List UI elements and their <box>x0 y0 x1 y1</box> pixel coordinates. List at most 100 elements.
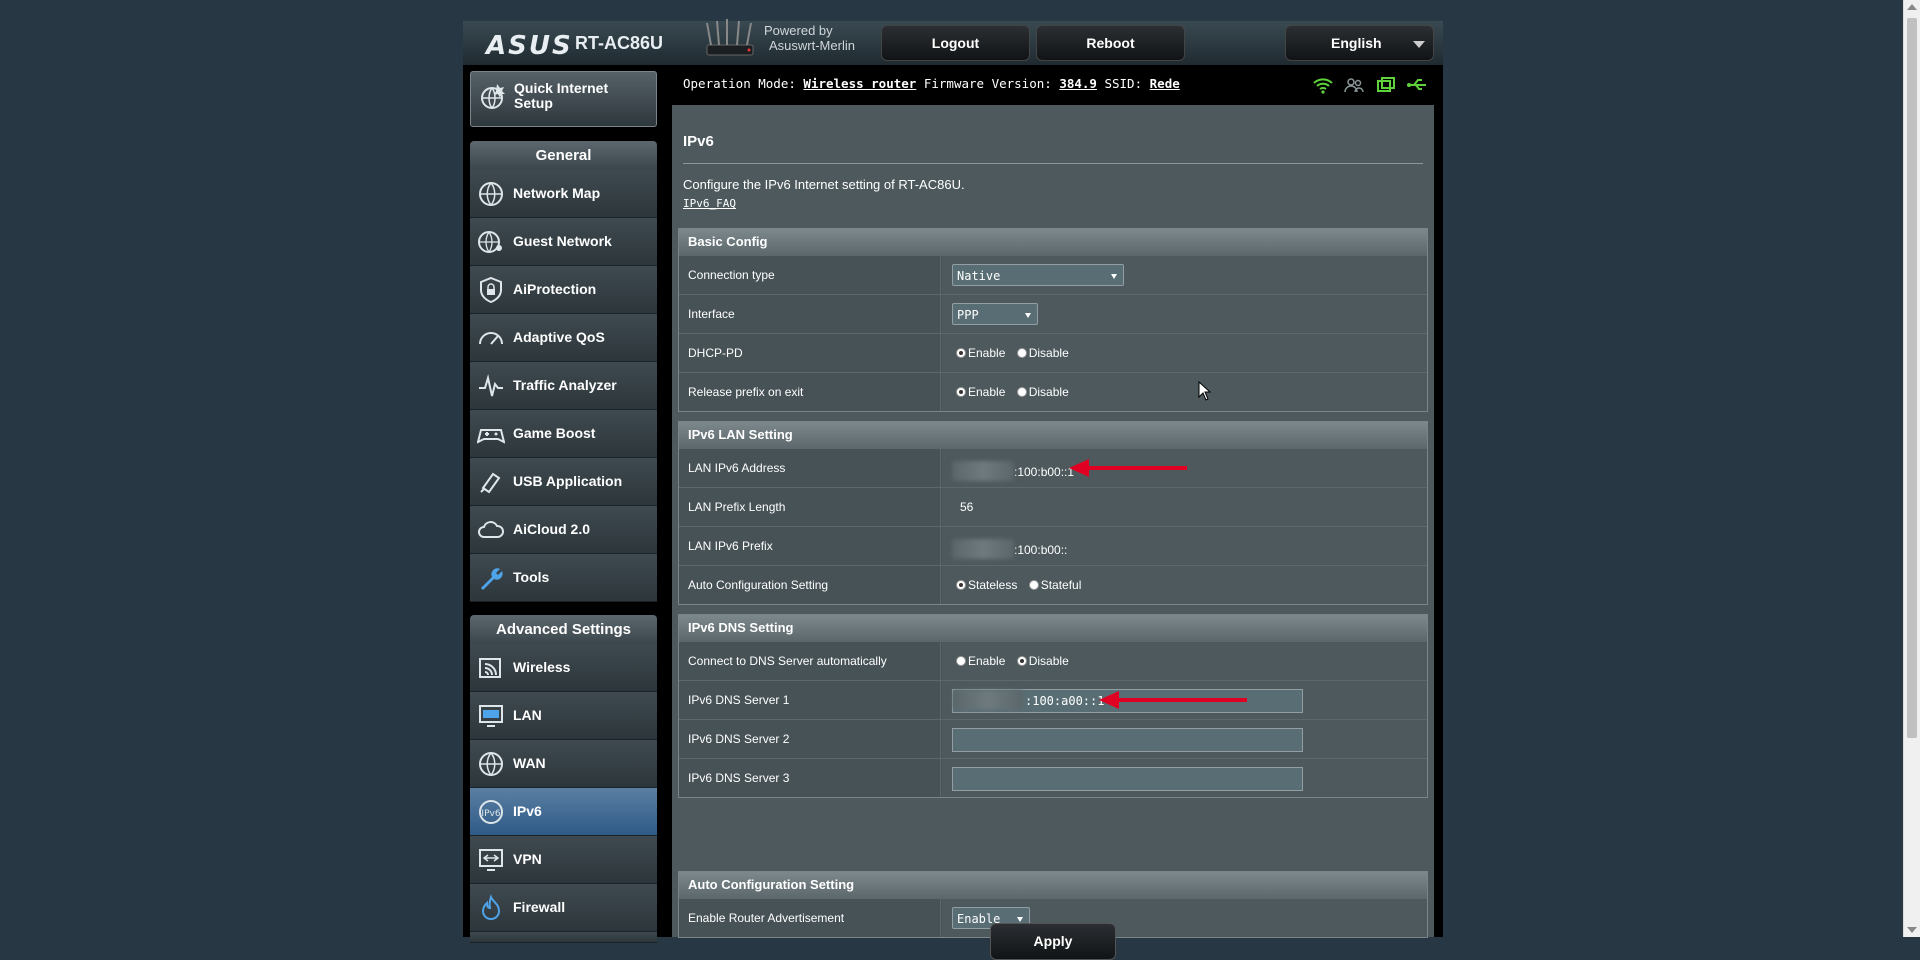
sidebar-item-label: Guest Network <box>513 233 612 249</box>
lan-prefix-length-value: 56 <box>960 500 974 514</box>
dns-server2-cell <box>942 720 1427 758</box>
clients-status-icon[interactable] <box>1343 74 1365 96</box>
router-icon <box>706 19 754 56</box>
mouse-cursor-icon <box>1198 381 1212 401</box>
vpn-monitor-icon <box>479 849 503 871</box>
dns-server2-input[interactable] <box>952 728 1303 752</box>
fire-icon <box>481 894 501 920</box>
sidebar-item-adaptive-qos[interactable]: Adaptive QoS <box>470 314 657 362</box>
enable-label: Enable <box>968 654 1006 668</box>
powered-by-line1: Powered by <box>764 23 833 38</box>
basic-config-table: Basic Config Connection type Native Inte… <box>678 228 1428 412</box>
stateless-label: Stateless <box>968 578 1018 592</box>
lan-setting-header: IPv6 LAN Setting <box>679 422 1427 448</box>
dns-setting-header: IPv6 DNS Setting <box>679 615 1427 641</box>
lan-prefix-value: :100:b00:: <box>1014 543 1068 557</box>
network-status-icon[interactable] <box>1375 74 1397 96</box>
release-prefix-row: Release prefix on exit Enable Disable <box>679 372 1427 411</box>
operation-mode-link[interactable]: Wireless router <box>803 76 916 91</box>
shield-lock-icon <box>480 276 502 304</box>
quick-internet-setup-button[interactable]: Quick Internet Setup <box>470 71 657 127</box>
sidebar-item-game-boost[interactable]: Game Boost <box>470 410 657 458</box>
dhcp-pd-label: DHCP-PD <box>679 334 941 372</box>
main-content: Operation Mode: Wireless router Firmware… <box>672 65 1434 960</box>
sidebar-item-label: VPN <box>513 851 542 867</box>
sidebar-item-label: IPv6 <box>513 803 542 819</box>
dns-auto-cell: Enable Disable <box>942 642 1427 680</box>
apply-button[interactable]: Apply <box>990 923 1116 960</box>
wifi-icon <box>479 658 501 678</box>
sidebar-item-network-map[interactable]: Network Map <box>470 170 657 218</box>
dhcp-pd-cell: Enable Disable <box>942 334 1427 372</box>
stateless-radio[interactable] <box>956 580 966 590</box>
dns-auto-radio-group: Enable Disable <box>956 654 1077 668</box>
sidebar-item-label: Traffic Analyzer <box>513 377 617 393</box>
disable-label: Disable <box>1028 346 1069 360</box>
release-prefix-enable-radio[interactable] <box>956 387 966 397</box>
dns-server3-cell <box>942 759 1427 797</box>
red-annotation-arrow <box>1099 691 1247 709</box>
dns-server1-row: IPv6 DNS Server 1 :100:a00::1 <box>679 680 1427 719</box>
release-prefix-disable-radio[interactable] <box>1016 387 1027 397</box>
dns-server1-value: :100:a00::1 <box>1025 694 1105 708</box>
dhcp-pd-disable-radio[interactable] <box>1016 348 1027 358</box>
chevron-down-icon <box>1111 274 1117 279</box>
powered-by-text: Powered by Asuswrt-Merlin <box>764 23 855 53</box>
dns-server1-label: IPv6 DNS Server 1 <box>679 681 941 719</box>
page-scrollbar[interactable] <box>1903 0 1920 937</box>
sidebar-item-guest-network[interactable]: Guest Network <box>470 218 657 266</box>
quick-setup-line1: Quick Internet <box>514 80 609 96</box>
sidebar-item-label: AiCloud 2.0 <box>513 521 591 537</box>
dns-auto-disable-radio[interactable] <box>1016 656 1027 666</box>
dns-setting-table: IPv6 DNS Setting Connect to DNS Server a… <box>678 614 1428 798</box>
settings-panel: IPv6 Configure the IPv6 Internet setting… <box>672 105 1434 960</box>
reboot-button[interactable]: Reboot <box>1036 25 1185 61</box>
globe-icon <box>479 752 503 776</box>
dns-server3-input[interactable] <box>952 767 1303 791</box>
language-select[interactable]: English <box>1285 25 1434 61</box>
logout-button[interactable]: Logout <box>881 25 1030 61</box>
scroll-down-icon[interactable] <box>1907 927 1917 933</box>
release-prefix-label: Release prefix on exit <box>679 373 941 411</box>
sidebar-item-usb-application[interactable]: USB Application <box>470 458 657 506</box>
interface-value: PPP <box>957 308 979 322</box>
sidebar-item-ipv6[interactable]: IPv6 IPv6 <box>470 788 657 836</box>
powered-by-line2: Asuswrt-Merlin <box>769 38 855 53</box>
stateful-radio[interactable] <box>1028 580 1039 590</box>
firmware-version-link[interactable]: 384.9 <box>1059 76 1097 91</box>
stateful-label: Stateful <box>1040 578 1082 592</box>
sidebar-item-firewall[interactable]: Firewall <box>470 884 657 932</box>
release-prefix-cell: Enable Disable <box>942 373 1427 411</box>
red-annotation-arrow <box>1069 459 1187 477</box>
sidebar-item-traffic-analyzer[interactable]: Traffic Analyzer <box>470 362 657 410</box>
connection-type-select[interactable]: Native <box>952 264 1124 286</box>
sidebar-item-label: Game Boost <box>513 425 596 441</box>
sidebar-item-aiprotection[interactable]: AiProtection <box>470 266 657 314</box>
dns-auto-enable-radio[interactable] <box>956 656 966 666</box>
sidebar-item-next[interactable] <box>470 932 657 943</box>
asus-logo[interactable]: ASUS <box>486 31 573 61</box>
sidebar-item-wireless[interactable]: Wireless <box>470 644 657 692</box>
dns-server2-label: IPv6 DNS Server 2 <box>679 720 941 758</box>
sidebar-item-wan[interactable]: WAN <box>470 740 657 788</box>
sidebar-item-label: USB Application <box>513 473 623 489</box>
scroll-up-icon[interactable] <box>1907 4 1917 10</box>
status-icons <box>1307 74 1428 101</box>
cloud-icon <box>478 521 504 538</box>
firmware-label: Firmware Version: <box>923 76 1052 91</box>
dhcp-pd-enable-radio[interactable] <box>956 348 966 358</box>
sidebar-item-aicloud[interactable]: AiCloud 2.0 <box>470 506 657 554</box>
autoconf-label: Auto Configuration Setting <box>679 566 941 604</box>
connection-type-value: Native <box>957 269 1001 283</box>
quick-setup-line2: Setup <box>514 95 553 111</box>
sidebar-item-vpn[interactable]: VPN <box>470 836 657 884</box>
interface-select[interactable]: PPP <box>952 303 1038 325</box>
scrollbar-thumb[interactable] <box>1907 18 1917 738</box>
wifi-status-icon[interactable] <box>1312 74 1334 96</box>
sidebar-item-tools[interactable]: Tools <box>470 554 657 602</box>
sidebar-item-lan[interactable]: LAN <box>470 692 657 740</box>
usb-status-icon[interactable] <box>1406 74 1428 96</box>
ipv6-faq-link[interactable]: IPv6_FAQ <box>683 197 736 210</box>
ssid-link[interactable]: Rede <box>1150 76 1180 91</box>
chevron-down-icon <box>1017 917 1023 922</box>
